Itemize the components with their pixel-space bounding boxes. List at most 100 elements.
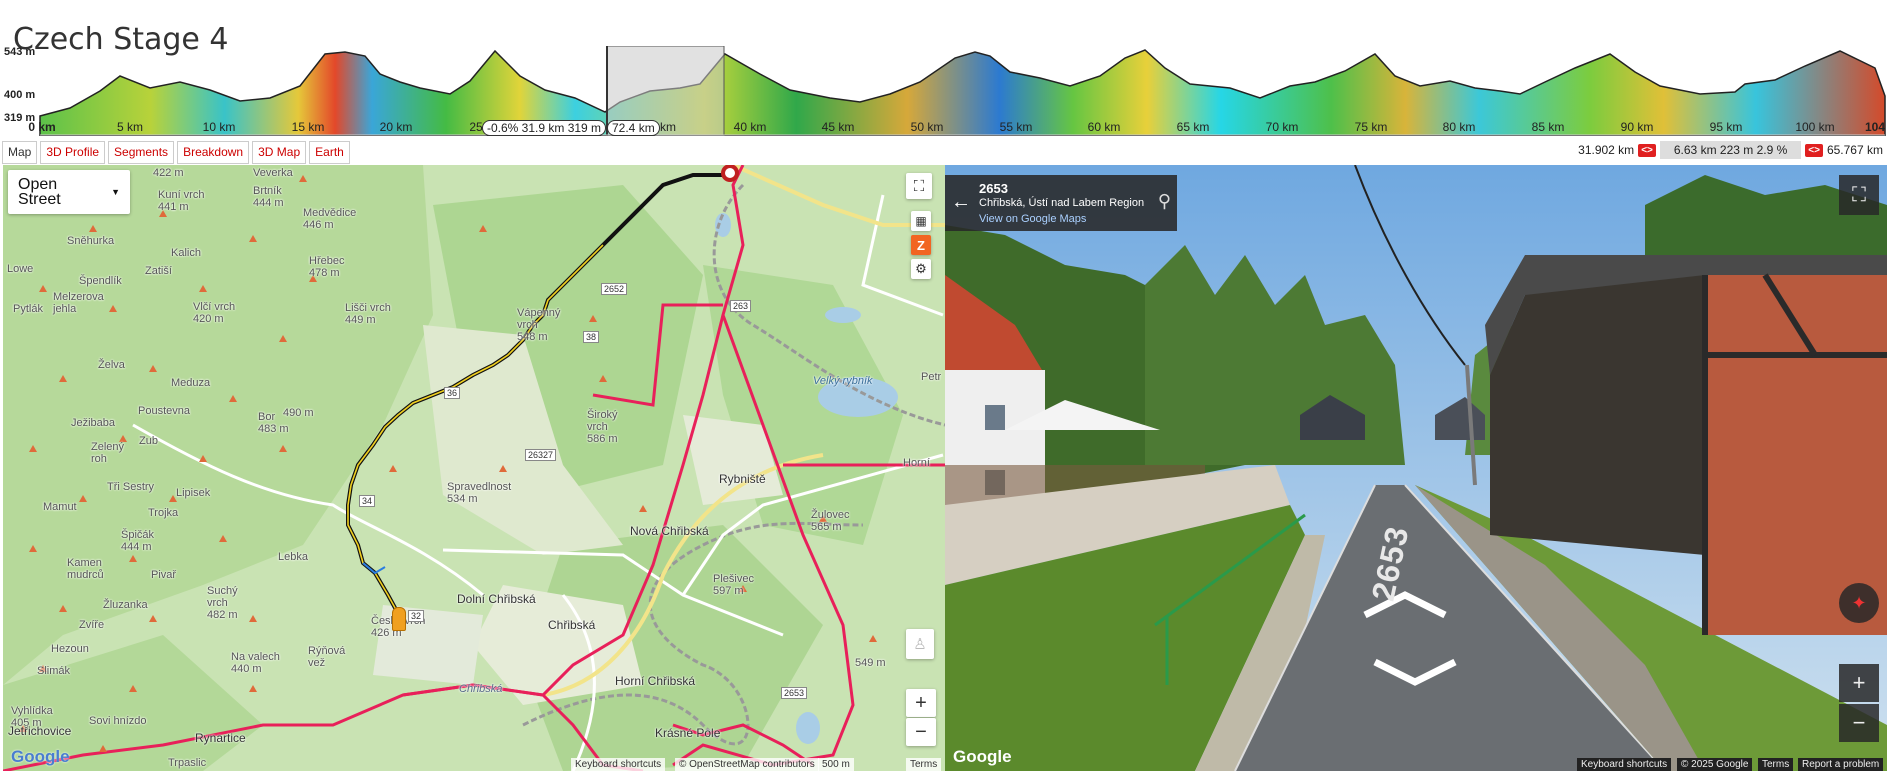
road-number: 2653 bbox=[781, 687, 808, 699]
profile-x-label: 60 km bbox=[1087, 120, 1121, 134]
map-osm-attribution[interactable]: © OpenStreetMap contributors bbox=[675, 758, 819, 771]
map-label: Pivař bbox=[151, 569, 177, 581]
sv-zoom-in-button[interactable]: + bbox=[1839, 664, 1879, 702]
map-label: Velký rybník bbox=[813, 375, 873, 387]
map-label: Horní Chřibská bbox=[615, 674, 696, 688]
profile-x-label: 75 km bbox=[1354, 120, 1388, 134]
map-label: Rýňová vež bbox=[308, 645, 346, 669]
map-zoom-out-button[interactable]: − bbox=[906, 718, 936, 746]
map-layer-label: Open Street bbox=[18, 176, 61, 208]
tab-map[interactable]: Map bbox=[2, 141, 38, 164]
map-label: Poustevna bbox=[138, 405, 190, 417]
segment-end: 65.767 km bbox=[1826, 143, 1883, 157]
elevation-profile[interactable] bbox=[0, 46, 1889, 136]
segment-start: 31.902 km bbox=[1578, 143, 1635, 157]
road-number: 263 bbox=[730, 300, 752, 312]
map-zoom-in-button[interactable]: + bbox=[906, 689, 936, 717]
street-view-image bbox=[945, 165, 1887, 771]
map-label: Žulovec 565 m bbox=[811, 509, 850, 533]
map-label: Jetřichovice bbox=[8, 724, 72, 738]
map-label: Nová Chřibská bbox=[630, 524, 709, 538]
segment-prev-button[interactable]: <> bbox=[1638, 143, 1656, 157]
map-label: Melzerova jehla bbox=[53, 291, 104, 315]
road-number: 36 bbox=[444, 387, 461, 399]
tab-earth[interactable]: Earth bbox=[309, 141, 350, 164]
segment-next-button[interactable]: <> bbox=[1805, 143, 1823, 157]
map-label: Vápenný vrch 548 m bbox=[517, 307, 561, 343]
profile-x-label: 0 km bbox=[28, 120, 56, 134]
road-number: 32 bbox=[408, 610, 425, 622]
profile-x-label: 20 km bbox=[379, 120, 413, 134]
profile-x-label: km bbox=[660, 120, 676, 134]
map-label: Žluzanka bbox=[103, 599, 148, 611]
profile-x-label: 25 bbox=[469, 120, 483, 134]
map-label: Veverka bbox=[253, 167, 293, 179]
pegman-icon[interactable] bbox=[392, 607, 406, 631]
map-label: Slimák bbox=[37, 665, 71, 677]
sv-copyright: © 2025 Google bbox=[1677, 758, 1753, 771]
map-label: Zatiší bbox=[145, 265, 172, 277]
map-label: Dolní Chřibská bbox=[457, 592, 536, 606]
tab-3d-map[interactable]: 3D Map bbox=[252, 141, 307, 164]
profile-x-label: 100 km bbox=[1795, 120, 1835, 134]
map-layer-select[interactable]: Open Street ▼ bbox=[8, 170, 130, 214]
map-label: Kalich bbox=[171, 247, 201, 259]
gear-icon[interactable]: ⚙ bbox=[911, 259, 931, 279]
view-tabs: Map 3D Profile Segments Breakdown 3D Map… bbox=[2, 141, 350, 164]
segment-bar: 31.902 km <> 6.63 km 223 m 2.9 % <> 65.7… bbox=[1578, 141, 1883, 159]
sv-google-logo: Google bbox=[953, 747, 1012, 766]
profile-x-label: 50 km bbox=[910, 120, 944, 134]
grid-icon[interactable]: ▦ bbox=[911, 211, 931, 231]
sv-keyboard-shortcuts[interactable]: Keyboard shortcuts bbox=[1577, 758, 1672, 771]
profile-x-label: 65 km bbox=[1176, 120, 1210, 134]
map-label: Petr bbox=[921, 371, 942, 383]
map-label: Špičák 444 m bbox=[121, 529, 155, 553]
map-label: Trojka bbox=[148, 507, 179, 519]
compass-icon[interactable]: ✦ bbox=[1839, 583, 1879, 623]
map-label: Horní bbox=[903, 457, 930, 469]
map-label: Suchý vrch 482 m bbox=[207, 585, 238, 621]
tab-breakdown[interactable]: Breakdown bbox=[177, 141, 250, 164]
sv-report-problem-link[interactable]: Report a problem bbox=[1798, 758, 1884, 771]
route-map[interactable]: 422 m Veverka Brtník 444 m Kuní vrch 441… bbox=[3, 165, 945, 771]
map-scale: 500 m bbox=[818, 758, 854, 771]
road-number: 2652 bbox=[601, 283, 628, 295]
road-number: 26327 bbox=[525, 449, 557, 461]
profile-x-label: 15 km bbox=[291, 120, 325, 134]
map-label: Rybniště bbox=[719, 472, 766, 486]
sv-google-maps-link[interactable]: View on Google Maps bbox=[979, 213, 1086, 225]
map-label: Vlčí vrch 420 m bbox=[193, 301, 236, 325]
sv-zoom-out-button[interactable]: − bbox=[1839, 704, 1879, 742]
tab-3d-profile[interactable]: 3D Profile bbox=[40, 141, 106, 164]
chevron-down-icon: ▼ bbox=[111, 186, 120, 197]
map-label: Hřebec 478 m bbox=[309, 255, 345, 279]
street-view[interactable]: 2653 ← 2653 Chřibská, Ústí nad Labem Reg… bbox=[945, 165, 1887, 771]
map-keyboard-shortcuts[interactable]: Keyboard shortcuts bbox=[571, 758, 666, 771]
profile-x-label: 10 km bbox=[202, 120, 236, 134]
map-label: Tři Sestry bbox=[107, 481, 155, 493]
profile-x-label: 40 km bbox=[733, 120, 767, 134]
map-label: Mamut bbox=[43, 501, 77, 513]
map-label: Zvíře bbox=[79, 619, 105, 631]
map-label: Spravedlnost 534 m bbox=[447, 481, 512, 505]
map-canvas bbox=[3, 165, 945, 771]
fullscreen-icon[interactable]: ⛶ bbox=[906, 173, 932, 199]
location-pin-icon[interactable]: ⚲ bbox=[1158, 191, 1171, 212]
pegman-dock-icon[interactable]: ♙ bbox=[906, 629, 934, 659]
profile-x-label: 104 bbox=[1864, 120, 1886, 134]
sv-fullscreen-icon[interactable]: ⛶ bbox=[1839, 175, 1879, 215]
map-label: Pytlák bbox=[13, 303, 43, 315]
map-label: Lebka bbox=[278, 551, 308, 563]
tab-segments[interactable]: Segments bbox=[108, 141, 175, 164]
zwift-icon[interactable]: Z bbox=[911, 235, 931, 255]
sv-terms-link[interactable]: Terms bbox=[1758, 758, 1794, 771]
map-terms-link[interactable]: Terms bbox=[906, 758, 942, 771]
profile-x-label: 90 km bbox=[1620, 120, 1654, 134]
google-logo: Google bbox=[11, 747, 70, 766]
profile-selection-pill: 72.4 km bbox=[607, 120, 660, 136]
street-view-info-panel: ← 2653 Chřibská, Ústí nad Labem Region V… bbox=[945, 175, 1177, 231]
back-arrow-icon[interactable]: ← bbox=[951, 191, 971, 214]
map-label: Hezoun bbox=[51, 643, 89, 655]
map-label: 490 m bbox=[283, 407, 314, 419]
segment-info: 6.63 km 223 m 2.9 % bbox=[1659, 141, 1802, 159]
